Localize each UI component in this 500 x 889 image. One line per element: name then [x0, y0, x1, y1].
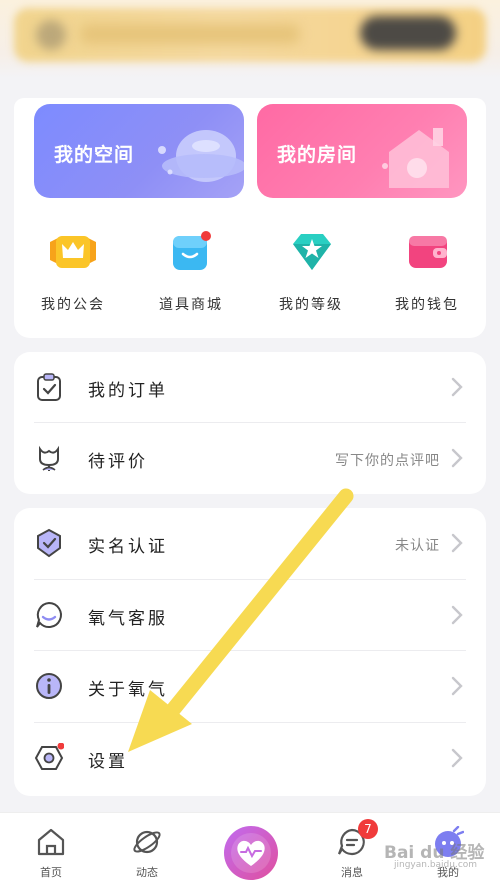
flower-icon	[39, 445, 59, 471]
home-icon	[35, 826, 67, 858]
chevron-right-icon	[451, 676, 463, 696]
message-count-badge: 7	[358, 819, 378, 839]
item-mall-item[interactable]: 道具商城	[136, 230, 246, 314]
tab-messages-label: 消息	[341, 866, 363, 879]
tab-home-label: 首页	[40, 866, 62, 879]
center-heart-button[interactable]	[224, 826, 278, 880]
my-orders-label: 我的订单	[88, 381, 168, 401]
banner-button-blur[interactable]	[360, 16, 456, 50]
tab-moments-label: 动态	[136, 866, 158, 879]
chevron-right-icon	[451, 533, 463, 553]
about-label: 关于氧气	[88, 680, 168, 700]
top-banner[interactable]	[0, 0, 500, 78]
about-row[interactable]: 关于氧气	[34, 651, 466, 721]
my-level-item[interactable]: 我的等级	[256, 230, 366, 314]
diamond-star-icon	[289, 230, 333, 274]
tab-moments[interactable]: 动态	[117, 826, 177, 880]
settings-row[interactable]: 设置	[34, 723, 466, 793]
real-name-status: 未认证	[395, 538, 440, 554]
my-space-label: 我的空间	[54, 144, 135, 166]
planet-outline-icon	[131, 826, 163, 858]
clipboard-check-icon	[37, 373, 61, 401]
my-guild-label: 我的公会	[41, 297, 105, 313]
shopping-bag-icon	[169, 230, 213, 274]
chat-bubble-icon	[36, 601, 62, 628]
settings-label: 设置	[88, 752, 128, 772]
real-name-row[interactable]: 实名认证 未认证	[34, 508, 466, 578]
banner-avatar-blur	[36, 20, 66, 50]
house-icon	[382, 128, 449, 188]
chevron-right-icon	[451, 605, 463, 625]
real-name-label: 实名认证	[88, 537, 168, 557]
info-icon	[36, 673, 62, 699]
heart-pulse-icon	[231, 833, 271, 873]
verified-shield-icon	[37, 528, 61, 558]
wallet-icon	[405, 230, 449, 274]
my-room-label: 我的房间	[277, 144, 358, 166]
my-orders-row[interactable]: 我的订单	[34, 352, 466, 422]
my-guild-item[interactable]: 我的公会	[18, 230, 128, 314]
chevron-right-icon	[451, 448, 463, 468]
item-mall-label: 道具商城	[159, 297, 223, 313]
banner-text-blur	[80, 24, 300, 44]
settings-hexagon-icon	[34, 743, 64, 770]
my-space-tile[interactable]: 我的空间	[34, 104, 244, 198]
my-level-label: 我的等级	[279, 297, 343, 313]
pending-review-label: 待评价	[88, 452, 148, 472]
crown-badge-icon	[50, 230, 96, 274]
baidu-watermark-url: jingyan.baidu.com	[394, 860, 478, 870]
pending-review-hint: 写下你的点评吧	[335, 453, 440, 469]
my-room-tile[interactable]: 我的房间	[257, 104, 467, 198]
customer-service-label: 氧气客服	[88, 609, 168, 629]
my-wallet-label: 我的钱包	[395, 297, 459, 313]
planet-icon	[158, 130, 244, 182]
chevron-right-icon	[451, 748, 463, 768]
customer-service-row[interactable]: 氧气客服	[34, 580, 466, 650]
my-wallet-item[interactable]: 我的钱包	[372, 230, 482, 314]
pending-review-row[interactable]: 待评价 写下你的点评吧	[34, 423, 466, 493]
chevron-right-icon	[451, 377, 463, 397]
tab-home[interactable]: 首页	[21, 826, 81, 880]
